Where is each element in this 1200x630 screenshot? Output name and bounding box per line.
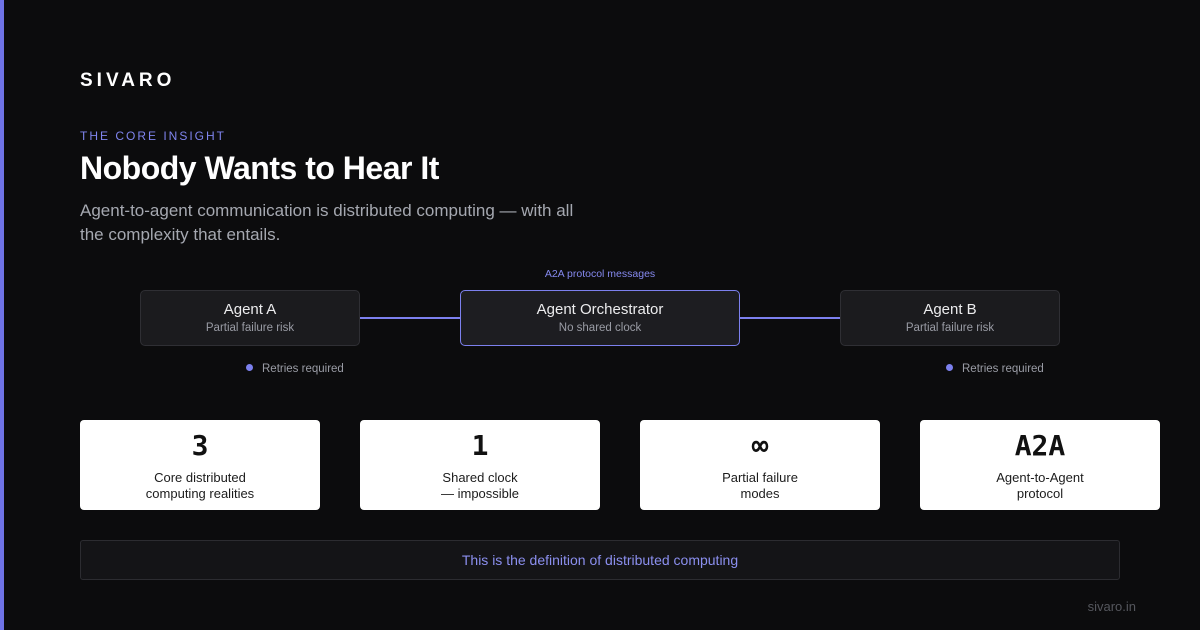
stat-label: Shared clock — impossible (360, 470, 600, 502)
arrow-orchestrator-to-b (740, 317, 842, 319)
stat-value: 3 (191, 429, 209, 462)
stat-value: ∞ (751, 429, 769, 462)
eyebrow-label: THE CORE INSIGHT (80, 129, 227, 143)
node-subtitle: Partial failure risk (205, 322, 295, 334)
bullet-dot-icon (946, 364, 953, 371)
node-subtitle: No shared clock (558, 322, 642, 334)
stat-label-line1: Agent-to-Agent (996, 470, 1084, 485)
node-title: Agent A (223, 301, 277, 318)
note-retries-b: Retries required (946, 363, 1044, 375)
bullet-dot-icon (246, 364, 253, 371)
stat-card-partial-failure: ∞ Partial failure modes (640, 420, 880, 510)
note-label: Retries required (262, 363, 344, 375)
stat-label-line2: — impossible (440, 486, 520, 501)
left-accent-bar (0, 0, 4, 630)
stat-label-line1: Core distributed (154, 470, 246, 485)
stat-value: A2A (1014, 429, 1066, 462)
stat-label: Agent-to-Agent protocol (920, 470, 1160, 502)
node-title: Agent Orchestrator (536, 301, 664, 318)
node-agent-b: Agent B Partial failure risk (840, 290, 1060, 346)
node-subtitle: Partial failure risk (905, 322, 995, 334)
node-agent-a: Agent A Partial failure risk (140, 290, 360, 346)
stat-label: Core distributed computing realities (80, 470, 320, 502)
stat-label-line2: modes (740, 486, 780, 501)
node-title: Agent B (923, 301, 977, 318)
stat-card-core-realities: 3 Core distributed computing realities (80, 420, 320, 510)
arrow-a-to-orchestrator (360, 317, 462, 319)
footer-url: sivaro.in (1087, 599, 1136, 614)
note-retries-a: Retries required (246, 363, 344, 375)
note-label: Retries required (962, 363, 1044, 375)
stat-label-line1: Shared clock (442, 470, 518, 485)
stat-card-shared-clock: 1 Shared clock — impossible (360, 420, 600, 510)
arrow-caption: A2A protocol messages (544, 268, 656, 280)
page-title: Nobody Wants to Hear It (80, 150, 439, 186)
stat-label: Partial failure modes (640, 470, 880, 502)
stat-label-line2: computing realities (145, 486, 255, 501)
callout-banner: This is the definition of distributed co… (80, 540, 1120, 580)
page-subtitle: Agent-to-agent communication is distribu… (80, 201, 574, 244)
stat-label-line2: protocol (1016, 486, 1064, 501)
stat-label-line1: Partial failure (722, 470, 798, 485)
node-agent-orchestrator: Agent Orchestrator No shared clock (460, 290, 740, 346)
stat-card-a2a-protocol: A2A Agent-to-Agent protocol (920, 420, 1160, 510)
stat-value: 1 (471, 429, 489, 462)
brand-logo: SIVARO (80, 70, 176, 91)
